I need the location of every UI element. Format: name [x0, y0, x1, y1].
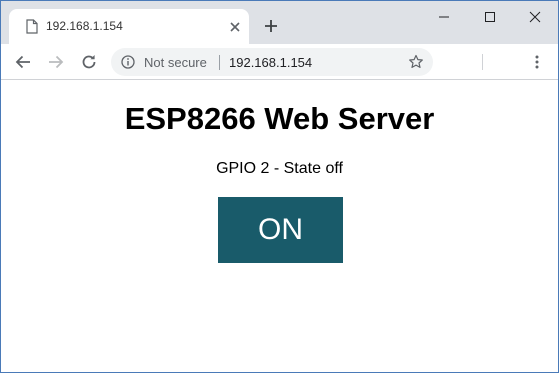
plus-icon[interactable]: [263, 18, 279, 34]
omnibox-divider: [219, 55, 220, 70]
gpio-state-text: GPIO 2 - State off: [216, 160, 343, 177]
maximize-button[interactable]: [467, 6, 513, 28]
browser-window: 192.168.1.154 Not secure 192.168.1.154 E…: [0, 0, 559, 373]
page-icon: [26, 19, 38, 34]
minimize-icon: [439, 16, 449, 18]
minimize-button[interactable]: [421, 6, 467, 28]
kebab-menu-icon[interactable]: [529, 54, 545, 70]
close-window-button[interactable]: [512, 6, 558, 28]
browser-toolbar: Not secure 192.168.1.154: [1, 44, 558, 80]
reload-button[interactable]: [79, 52, 99, 72]
forward-button[interactable]: [46, 52, 66, 72]
info-icon[interactable]: [121, 55, 135, 69]
browser-tab[interactable]: 192.168.1.154: [9, 9, 249, 44]
address-bar[interactable]: Not secure 192.168.1.154: [111, 48, 433, 76]
maximize-icon: [485, 12, 495, 22]
back-button[interactable]: [13, 52, 33, 72]
security-label[interactable]: Not secure: [144, 55, 207, 70]
page-content: ESP8266 Web Server GPIO 2 - State off ON: [1, 81, 558, 372]
close-icon: [529, 11, 541, 23]
url-text[interactable]: 192.168.1.154: [229, 55, 312, 70]
tab-title: 192.168.1.154: [46, 19, 123, 33]
on-button[interactable]: ON: [218, 197, 343, 263]
reload-icon: [82, 55, 96, 69]
tab-strip: 192.168.1.154: [1, 1, 558, 44]
arrow-left-icon: [15, 55, 30, 69]
arrow-right-icon: [49, 55, 64, 69]
star-icon[interactable]: [408, 54, 424, 70]
toolbar-divider: [482, 54, 483, 70]
page-title: ESP8266 Web Server: [124, 101, 435, 136]
close-icon[interactable]: [227, 19, 243, 35]
